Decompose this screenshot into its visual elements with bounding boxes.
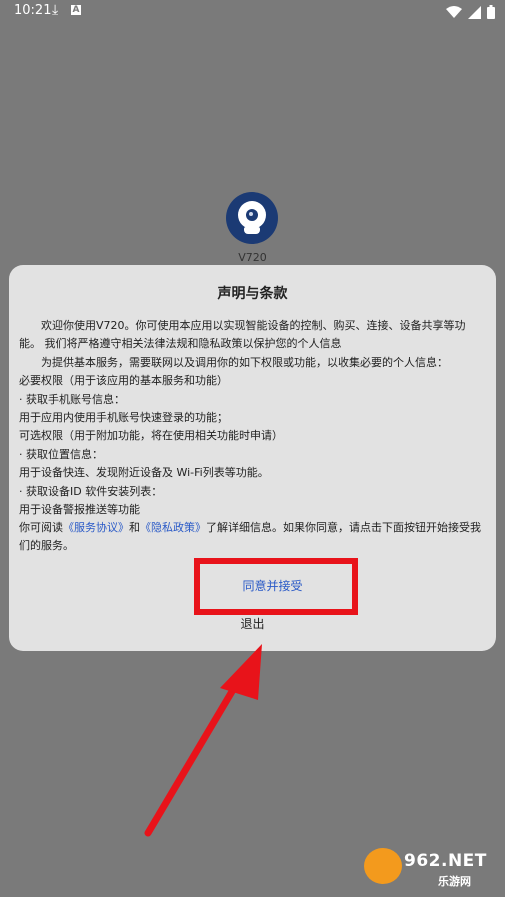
- wifi-icon: [446, 5, 462, 19]
- dialog-title: 声明与条款: [217, 286, 288, 302]
- permission-desc: 用于应用内使用手机账号快速登录的功能；: [19, 411, 228, 425]
- status-icons: [446, 4, 495, 20]
- intro-text: 欢迎你使用V720。你可使用本应用以实现智能设备的控制、购买、连接、设备共享等功…: [19, 319, 466, 351]
- highlight-box: [194, 558, 358, 615]
- service-agreement-link[interactable]: 《服务协议》: [63, 521, 129, 534]
- status-bar: 10:21 ⤓ A: [0, 0, 505, 24]
- dialog-body: 欢迎你使用V720。你可使用本应用以实现智能设备的控制、购买、连接、设备共享等功…: [19, 317, 486, 519]
- permission-intro: 为提供基本服务，需要联网以及调用你的如下权限或功能，以收集必要的个人信息：: [41, 355, 448, 369]
- signal-icon: [468, 5, 481, 19]
- status-time: 10:21: [14, 3, 52, 18]
- battery-icon: [487, 5, 495, 19]
- download-icon: ⤓: [52, 2, 59, 18]
- permission-item: · 获取设备ID 软件安装列表：: [19, 484, 163, 498]
- watermark-main: 962.NET: [404, 851, 487, 871]
- footer-note: 你可阅读《服务协议》和《隐私政策》了解详细信息。如果你同意，请点击下面按钮开始接…: [19, 519, 486, 555]
- watermark-sub: 乐游网: [438, 875, 471, 888]
- permission-desc: 用于设备快连、发现附近设备及 Wi-Fi列表等功能。: [19, 466, 269, 480]
- required-permissions-heading: 必要权限（用于该应用的基本服务和功能）: [19, 374, 228, 388]
- notification-icon: A: [71, 5, 81, 15]
- camera-icon: [238, 201, 266, 229]
- optional-permissions-heading: 可选权限（用于附加功能，将在使用相关功能时申请）: [19, 429, 283, 443]
- terms-dialog: 声明与条款 欢迎你使用V720。你可使用本应用以实现智能设备的控制、购买、连接、…: [9, 265, 496, 651]
- watermark-logo-icon: [364, 848, 402, 884]
- exit-button[interactable]: 退出: [9, 615, 496, 632]
- app-name: V720: [238, 251, 267, 264]
- permission-item: · 获取手机账号信息：: [19, 392, 125, 406]
- privacy-policy-link[interactable]: 《隐私政策》: [140, 521, 206, 534]
- site-watermark: 962.NET 乐游网: [364, 848, 500, 892]
- footer-prefix: 你可阅读: [19, 521, 63, 534]
- permission-item: · 获取位置信息：: [19, 447, 103, 461]
- permission-desc: 用于设备警报推送等功能: [19, 503, 140, 517]
- app-logo: [226, 192, 278, 244]
- footer-and: 和: [129, 521, 140, 534]
